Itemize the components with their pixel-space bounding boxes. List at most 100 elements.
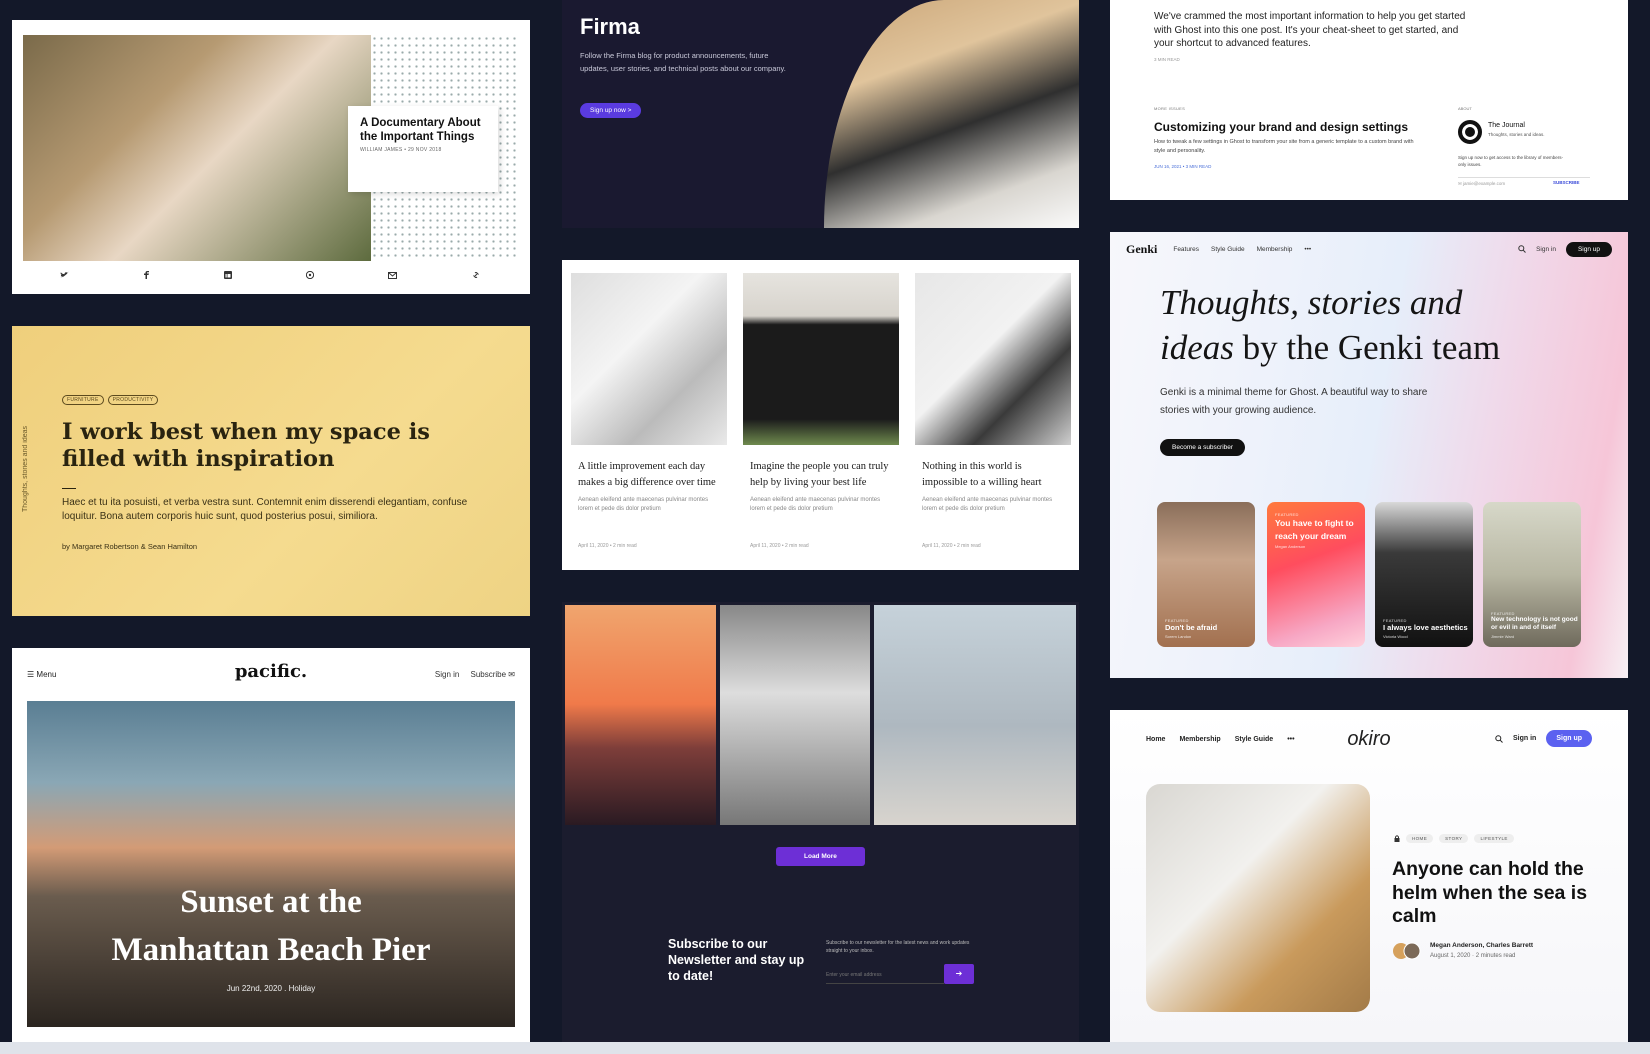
post-byline: by Margaret Robertson & Sean Hamilton <box>62 542 198 551</box>
tile-tag: FEATURED <box>1383 618 1407 623</box>
top-nav: Genki Features Style Guide Membership ••… <box>1126 240 1612 258</box>
post-title: Nothing in this world is impossible to a… <box>922 461 1042 488</box>
site-logo[interactable]: Firma <box>580 14 640 40</box>
search-icon[interactable] <box>1495 734 1503 743</box>
section-label: MORE ISSUES <box>1154 106 1186 111</box>
tile-title: Don't be afraid <box>1165 623 1218 632</box>
more-icon[interactable]: ••• <box>1304 246 1311 253</box>
facebook-icon[interactable] <box>143 271 150 279</box>
signup-button[interactable]: Sign up <box>1546 730 1592 747</box>
post-card[interactable]: A little improvement each day makes a bi… <box>571 273 727 514</box>
hero-heading-italic: Thoughts, stories and <box>1160 283 1463 322</box>
featured-post-tile[interactable]: FEATURED You have to fight to reach your… <box>1267 502 1365 647</box>
tile-author: Megan Anderson <box>1275 544 1306 549</box>
gallery-image-portrait[interactable] <box>720 605 870 825</box>
nav-item-membership[interactable]: Membership <box>1257 246 1293 253</box>
post-image-cereal <box>915 273 1071 445</box>
post-excerpt: Haec et tu ita posuisti, et verba vestra… <box>62 497 468 522</box>
twitter-icon[interactable] <box>60 271 70 279</box>
link-icon[interactable] <box>472 271 480 279</box>
newsletter-email-input[interactable]: Enter your email address <box>826 964 944 984</box>
signin-link[interactable]: Sign in <box>435 670 459 679</box>
linkedin-icon[interactable] <box>223 271 232 279</box>
share-bar <box>23 264 517 286</box>
tag-story[interactable]: STORY <box>1439 834 1469 843</box>
theme-preview-card-okiro[interactable]: Home Membership Style Guide ••• okiro Si… <box>1110 710 1628 1042</box>
tag-productivity[interactable]: PRODUCTIVITY <box>107 395 159 405</box>
post-excerpt: Aenean eleifend ante maecenas pulvinar m… <box>922 497 1053 512</box>
tag-home[interactable]: HOME <box>1406 834 1434 843</box>
tag-list: FURNITURE PRODUCTIVITY <box>62 395 159 405</box>
theme-preview-card-documentary[interactable]: A Documentary About the Important Things… <box>12 20 530 294</box>
hero-heading-rest: by the Genki team <box>1233 328 1501 367</box>
post-date: August 1, 2020 · 2 minutes read <box>1430 953 1516 959</box>
signup-button[interactable]: Sign up <box>1565 241 1612 257</box>
theme-preview-card-post-grid[interactable]: A little improvement each day makes a bi… <box>562 260 1079 570</box>
load-more-button[interactable]: Load More <box>776 847 865 866</box>
hero-heading[interactable]: Sunset at the Manhattan Beach Pier <box>27 878 515 974</box>
subscribe-link[interactable]: Subscribe <box>470 670 506 679</box>
pinterest-icon[interactable] <box>306 271 315 279</box>
tile-caption: FEATURED I always love aesthetics Victor… <box>1383 618 1468 639</box>
post-card[interactable]: Imagine the people you can truly help by… <box>743 273 899 514</box>
theme-preview-card-firma[interactable]: Firma Follow the Firma blog for product … <box>562 0 1079 228</box>
tag-lifestyle[interactable]: LIFESTYLE <box>1474 834 1514 843</box>
featured-post-tile[interactable]: FEATURED New technology is not good or e… <box>1483 502 1581 647</box>
theme-preview-card-yellow[interactable]: Thoughts, stories and ideas FURNITURE PR… <box>12 326 530 616</box>
featured-post-tile[interactable]: FEATURED Don't be afraid Sorem Landon <box>1157 502 1255 647</box>
lock-icon <box>1394 835 1400 842</box>
signup-button[interactable]: Sign up now > <box>580 103 642 118</box>
site-logo[interactable]: Genki <box>1126 242 1157 257</box>
hero-heading-italic: ideas <box>1160 328 1234 367</box>
post-image-letterboard <box>743 273 899 445</box>
post-title: Imagine the people you can truly help by… <box>750 461 889 488</box>
theme-preview-card-journal[interactable]: We've crammed the most important informa… <box>1110 0 1628 200</box>
email-placeholder: jamie@example.com <box>1463 181 1506 186</box>
signin-link[interactable]: Sign in <box>1536 246 1556 253</box>
newsletter-description: Subscribe to our newsletter for the late… <box>826 940 970 954</box>
tag-furniture[interactable]: FURNITURE <box>62 395 104 405</box>
journal-logo-icon <box>1458 120 1482 144</box>
tile-title: You have to fight to reach your dream <box>1275 518 1354 541</box>
post-heading[interactable]: I work best when my space is filled with… <box>62 419 482 473</box>
side-tagline: Thoughts, stories and ideas <box>22 426 29 512</box>
theme-preview-card-gallery[interactable]: Load More Subscribe to our Newsletter an… <box>562 602 1079 1042</box>
post-meta: April 11, 2020 • 2 min read <box>922 543 981 549</box>
post-title: A little improvement each day makes a bi… <box>578 461 716 488</box>
post-heading[interactable]: Customizing your brand and design settin… <box>1154 120 1408 134</box>
email-icon[interactable] <box>388 271 398 279</box>
nav-item-style-guide[interactable]: Style Guide <box>1211 246 1245 253</box>
tile-author: Jimmie Ward <box>1491 634 1515 639</box>
divider <box>62 488 76 489</box>
newsletter-heading: Subscribe to our Newsletter and stay up … <box>668 937 805 983</box>
featured-post-tile[interactable]: FEATURED I always love aesthetics Victor… <box>1375 502 1473 647</box>
post-card[interactable]: Nothing in this world is impossible to a… <box>915 273 1071 514</box>
post-heading[interactable]: Anyone can hold the helm when the sea is… <box>1392 858 1612 929</box>
post-title-box[interactable]: A Documentary About the Important Things… <box>348 106 498 192</box>
post-meta: April 11, 2020 • 2 min read <box>578 543 637 549</box>
subscribe-button[interactable]: SUBSCRIBE <box>1553 180 1580 185</box>
tile-tag: FEATURED <box>1491 611 1515 616</box>
nav-actions: Sign in Subscribe ✉ <box>435 670 515 679</box>
post-date: JUN 16, 2021 • 3 MIN READ <box>1154 164 1212 169</box>
about-label: ABOUT <box>1458 106 1472 111</box>
post-image-table[interactable] <box>1146 784 1370 1012</box>
author-avatars <box>1392 942 1424 960</box>
post-excerpt: Aenean eleifend ante maecenas pulvinar m… <box>578 497 709 512</box>
search-icon[interactable] <box>1518 245 1526 253</box>
site-description: Follow the Firma blog for product announ… <box>580 51 786 73</box>
post-authors[interactable]: Megan Anderson, Charles Barrett <box>1430 942 1533 949</box>
gallery-image-sunset-ship[interactable] <box>565 605 716 825</box>
journal-subtitle: Thoughts, stories and ideas. <box>1488 132 1545 137</box>
post-excerpt: Aenean eleifend ante maecenas pulvinar m… <box>750 497 881 512</box>
nav-item-features[interactable]: Features <box>1173 246 1199 253</box>
journal-title: The Journal <box>1488 122 1525 129</box>
tag-list: HOME STORY LIFESTYLE <box>1394 834 1514 843</box>
arrow-right-icon[interactable]: ➔ <box>944 964 974 984</box>
gallery-image-workout[interactable] <box>874 605 1076 825</box>
subscribe-button[interactable]: Become a subscriber <box>1160 439 1246 456</box>
theme-preview-card-genki[interactable]: Genki Features Style Guide Membership ••… <box>1110 232 1628 678</box>
theme-preview-card-pacific[interactable]: ☰ Menu pacific. Sign in Subscribe ✉ Suns… <box>12 648 530 1042</box>
signin-link[interactable]: Sign in <box>1513 735 1536 742</box>
post-image-kinfolk <box>571 273 727 445</box>
